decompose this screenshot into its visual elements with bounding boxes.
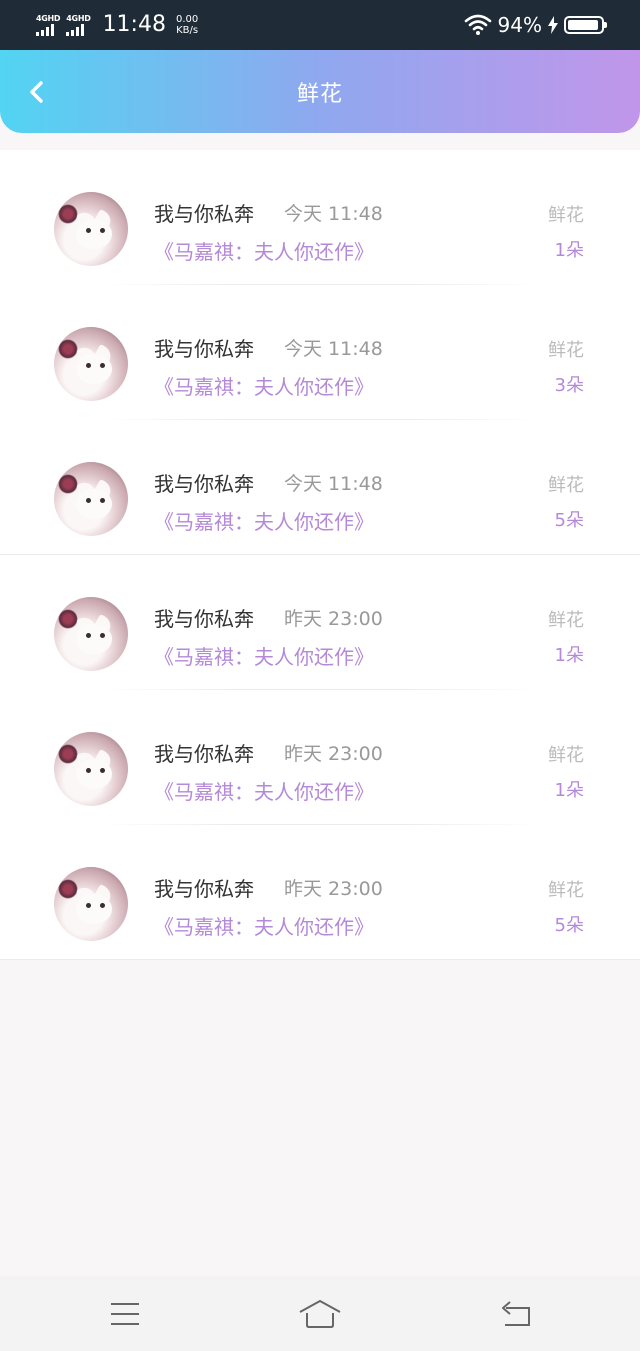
flower-record-list: 我与你私奔 今天 11:48 《马嘉祺：夫人你还作》 鲜花 1朵 我与你私奔 今… bbox=[0, 150, 640, 960]
avatar[interactable] bbox=[54, 327, 128, 401]
timestamp: 昨天 23:00 bbox=[284, 743, 383, 765]
cat-eye-left bbox=[86, 228, 91, 233]
flower-label: 鲜花 bbox=[548, 475, 584, 496]
cat-eye-left bbox=[86, 498, 91, 503]
timestamp: 昨天 23:00 bbox=[284, 608, 383, 630]
list-item[interactable]: 我与你私奔 今天 11:48 《马嘉祺：夫人你还作》 鲜花 3朵 bbox=[0, 285, 640, 420]
battery-icon bbox=[564, 16, 607, 34]
cat-face bbox=[76, 894, 112, 924]
cat-eye-right bbox=[100, 228, 105, 233]
cat-face bbox=[76, 624, 112, 654]
user-name[interactable]: 我与你私奔 bbox=[154, 198, 254, 227]
user-name[interactable]: 我与你私奔 bbox=[154, 738, 254, 767]
signal-bars-icon bbox=[66, 24, 85, 36]
back-button[interactable] bbox=[22, 78, 50, 106]
avatar-flower-decoration bbox=[58, 474, 78, 494]
list-item[interactable]: 我与你私奔 昨天 23:00 《马嘉祺：夫人你还作》 鲜花 1朵 bbox=[0, 555, 640, 690]
cat-face bbox=[76, 354, 112, 384]
speed-unit: KB/s bbox=[176, 25, 199, 36]
timestamp: 昨天 23:00 bbox=[284, 878, 383, 900]
flower-count: 1朵 bbox=[554, 780, 584, 801]
avatar-flower-decoration bbox=[58, 744, 78, 764]
avatar[interactable] bbox=[54, 462, 128, 536]
timestamp: 今天 11:48 bbox=[284, 338, 383, 360]
cat-face bbox=[76, 219, 112, 249]
cat-face bbox=[76, 759, 112, 789]
home-button[interactable] bbox=[298, 1296, 342, 1332]
menu-icon bbox=[111, 1303, 139, 1325]
flower-count: 3朵 bbox=[554, 375, 584, 396]
flower-count: 5朵 bbox=[554, 915, 584, 936]
user-name[interactable]: 我与你私奔 bbox=[154, 603, 254, 632]
timestamp: 今天 11:48 bbox=[284, 473, 383, 495]
battery-fill bbox=[568, 20, 599, 30]
cat-eye-left bbox=[86, 363, 91, 368]
cat-eye-right bbox=[100, 498, 105, 503]
timestamp: 今天 11:48 bbox=[284, 203, 383, 225]
list-item[interactable]: 我与你私奔 今天 11:48 《马嘉祺：夫人你还作》 鲜花 5朵 bbox=[0, 420, 640, 555]
cat-eye-left bbox=[86, 633, 91, 638]
list-item[interactable]: 我与你私奔 昨天 23:00 《马嘉祺：夫人你还作》 鲜花 5朵 bbox=[0, 825, 640, 960]
flower-label: 鲜花 bbox=[548, 205, 584, 226]
flower-label: 鲜花 bbox=[548, 340, 584, 361]
cat-face bbox=[76, 489, 112, 519]
app-header: 鲜花 bbox=[0, 50, 640, 133]
flower-count: 5朵 bbox=[554, 510, 584, 531]
user-name[interactable]: 我与你私奔 bbox=[154, 873, 254, 902]
user-name[interactable]: 我与你私奔 bbox=[154, 333, 254, 362]
avatar-flower-decoration bbox=[58, 204, 78, 224]
status-left: 4GHD 4GHD 11:48 0.00 KB/s bbox=[36, 8, 198, 42]
flower-count: 1朵 bbox=[554, 645, 584, 666]
cat-eye-right bbox=[100, 903, 105, 908]
avatar[interactable] bbox=[54, 867, 128, 941]
home-icon bbox=[299, 1300, 341, 1328]
back-arrow-icon bbox=[502, 1301, 530, 1326]
speed-value: 0.00 bbox=[175, 14, 199, 25]
avatar[interactable] bbox=[54, 732, 128, 806]
signal-bars-icon bbox=[36, 24, 54, 36]
book-title-link[interactable]: 《马嘉祺：夫人你还作》 bbox=[154, 236, 374, 265]
network-speed: 0.00 KB/s bbox=[176, 14, 198, 36]
signal-4g-2: 4GHD bbox=[66, 14, 91, 36]
system-back-button[interactable] bbox=[495, 1296, 535, 1332]
user-name[interactable]: 我与你私奔 bbox=[154, 468, 254, 497]
status-right: 94% bbox=[464, 8, 607, 42]
status-bar: 4GHD 4GHD 11:48 0.00 KB/s 94% bbox=[0, 0, 640, 50]
flower-label: 鲜花 bbox=[548, 745, 584, 766]
flower-label: 鲜花 bbox=[548, 880, 584, 901]
chevron-left-icon bbox=[30, 81, 43, 103]
avatar-flower-decoration bbox=[58, 609, 78, 629]
list-item[interactable]: 我与你私奔 今天 11:48 《马嘉祺：夫人你还作》 鲜花 1朵 bbox=[0, 150, 640, 285]
cat-eye-left bbox=[86, 903, 91, 908]
list-item[interactable]: 我与你私奔 昨天 23:00 《马嘉祺：夫人你还作》 鲜花 1朵 bbox=[0, 690, 640, 825]
avatar[interactable] bbox=[54, 597, 128, 671]
page-title: 鲜花 bbox=[296, 81, 343, 107]
book-title-link[interactable]: 《马嘉祺：夫人你还作》 bbox=[154, 371, 374, 400]
book-title-link[interactable]: 《马嘉祺：夫人你还作》 bbox=[154, 641, 374, 670]
cat-eye-right bbox=[100, 633, 105, 638]
book-title-link[interactable]: 《马嘉祺：夫人你还作》 bbox=[154, 506, 374, 535]
avatar-flower-decoration bbox=[58, 879, 78, 899]
cat-eye-left bbox=[86, 768, 91, 773]
flower-label: 鲜花 bbox=[548, 610, 584, 631]
cat-eye-right bbox=[100, 768, 105, 773]
system-nav-bar bbox=[0, 1276, 640, 1351]
wifi-icon bbox=[464, 14, 491, 35]
cat-eye-right bbox=[100, 363, 105, 368]
avatar[interactable] bbox=[54, 192, 128, 266]
status-time: 11:48 bbox=[102, 12, 166, 37]
divider bbox=[0, 959, 640, 960]
signal-4g-1: 4GHD bbox=[36, 14, 61, 36]
network-label: 4GHD bbox=[66, 14, 91, 23]
flower-count: 1朵 bbox=[554, 240, 584, 261]
avatar-flower-decoration bbox=[58, 339, 78, 359]
network-label: 4GHD bbox=[36, 14, 61, 23]
battery-percent: 94% bbox=[497, 13, 542, 37]
menu-button[interactable] bbox=[105, 1296, 145, 1332]
book-title-link[interactable]: 《马嘉祺：夫人你还作》 bbox=[154, 776, 374, 805]
charging-icon bbox=[548, 16, 558, 34]
book-title-link[interactable]: 《马嘉祺：夫人你还作》 bbox=[154, 911, 374, 940]
